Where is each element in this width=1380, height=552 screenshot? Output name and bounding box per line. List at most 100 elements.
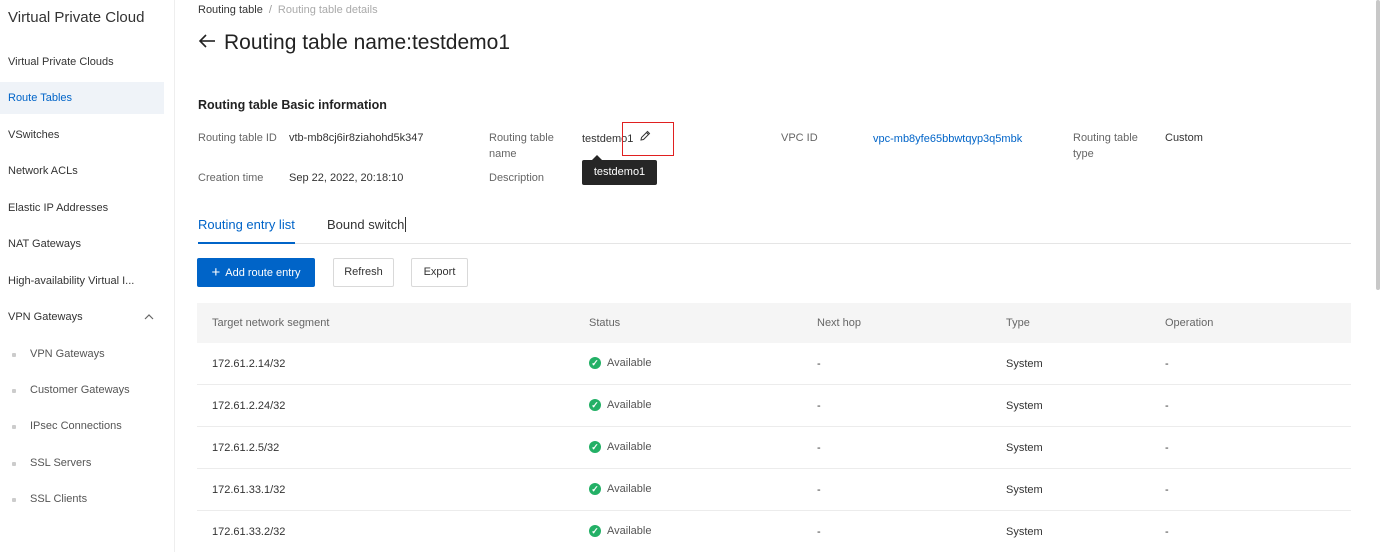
sidebar-subitem-customer-gateways[interactable]: Customer Gateways: [0, 375, 164, 405]
bullet-icon: [12, 498, 16, 502]
table-row: 172.61.33.2/32 ✓ Available - System -: [197, 511, 1351, 552]
cell-type: System: [1006, 484, 1043, 496]
button-label: Add route entry: [225, 267, 301, 279]
highlight-box: [622, 122, 674, 156]
cell-next-hop: -: [817, 442, 821, 454]
status-text: Available: [607, 356, 652, 369]
cell-operation: -: [1165, 442, 1169, 454]
breadcrumb-current: Routing table details: [277, 4, 378, 16]
check-circle-icon: ✓: [589, 483, 601, 495]
name-tooltip: testdemo1: [582, 155, 657, 185]
label-line: Routing table: [489, 132, 554, 144]
route-table-id-label: Routing table ID: [198, 132, 277, 144]
export-button[interactable]: Export: [411, 258, 468, 287]
column-header-target-network-segment: Target network segment: [212, 317, 330, 329]
sidebar-item-label: VPN Gateways: [8, 311, 83, 323]
column-header-operation: Operation: [1165, 317, 1214, 329]
cell-operation: -: [1165, 400, 1169, 412]
bullet-icon: [12, 462, 16, 466]
sidebar-item-vswitches[interactable]: VSwitches: [0, 119, 164, 151]
column-header-next-hop: Next hop: [817, 317, 862, 329]
add-route-entry-button[interactable]: + Add route entry: [197, 258, 315, 287]
sidebar-item-route-tables[interactable]: Route Tables: [0, 82, 164, 114]
sidebar-item-network-acls[interactable]: Network ACLs: [0, 155, 164, 187]
sidebar-subitem-label: IPsec Connections: [30, 420, 122, 432]
label-line: name: [489, 148, 517, 160]
description-label: Description: [489, 172, 545, 184]
sidebar-item-nat-gateways[interactable]: NAT Gateways: [0, 228, 164, 260]
cell-next-hop: -: [817, 484, 821, 496]
status-text: Available: [607, 482, 652, 495]
refresh-button[interactable]: Refresh: [333, 258, 394, 287]
cell-target-segment: 172.61.2.24/32: [212, 400, 286, 412]
sidebar: Virtual Private Cloud Virtual Private Cl…: [0, 0, 175, 552]
table-row: 172.61.2.5/32 ✓ Available - System -: [197, 427, 1351, 469]
cell-status: ✓ Available: [589, 357, 651, 369]
text-cursor: [405, 217, 407, 232]
cell-target-segment: 172.61.2.14/32: [212, 358, 286, 370]
sidebar-subitem-label: SSL Clients: [30, 493, 88, 505]
cell-next-hop: -: [817, 358, 821, 370]
basic-info-title: Routing table Basic information: [198, 98, 387, 112]
cell-target-segment: 172.61.33.2/32: [212, 526, 286, 538]
sidebar-item-elastic-ip-addresses[interactable]: Elastic IP Addresses: [0, 192, 164, 224]
sidebar-item-high-availability-virtual-ip[interactable]: High-availability Virtual I...: [0, 265, 164, 297]
breadcrumb-separator: /: [268, 4, 272, 16]
sidebar-subitem-ssl-servers[interactable]: SSL Servers: [0, 448, 164, 478]
cell-operation: -: [1165, 358, 1169, 370]
chevron-up-icon[interactable]: [144, 301, 154, 333]
tab-bound-switch[interactable]: Bound switch: [327, 217, 407, 244]
cell-type: System: [1006, 526, 1043, 538]
cell-status: ✓ Available: [589, 399, 651, 411]
cell-type: System: [1006, 358, 1043, 370]
cell-target-segment: 172.61.33.1/32: [212, 484, 286, 496]
vpc-id-label: VPC ID: [781, 132, 818, 144]
creation-time-label: Creation time: [198, 172, 264, 184]
sidebar-subitem-label: VPN Gateways: [30, 348, 105, 360]
check-circle-icon: ✓: [589, 399, 601, 411]
breadcrumb-link-routing-table[interactable]: Routing table: [198, 4, 263, 16]
route-table-type-value: Custom: [1165, 132, 1203, 144]
cell-status: ✓ Available: [589, 483, 651, 495]
status-text: Available: [607, 398, 652, 411]
tab-label: Bound switch: [327, 217, 405, 232]
cell-type: System: [1006, 442, 1043, 454]
check-circle-icon: ✓: [589, 357, 601, 369]
bullet-icon: [12, 425, 16, 429]
route-table-id-value: vtb-mb8cj6ir8ziahohd5k347: [289, 132, 424, 144]
sidebar-subitem-label: Customer Gateways: [30, 384, 130, 396]
bullet-icon: [12, 353, 16, 357]
sidebar-subitem-vpn-gateways[interactable]: VPN Gateways: [0, 339, 164, 369]
label-line: Routing table: [1073, 132, 1138, 144]
table-header: Target network segment Status Next hop T…: [197, 303, 1351, 343]
back-arrow-icon[interactable]: [198, 32, 216, 55]
table-row: 172.61.2.24/32 ✓ Available - System -: [197, 385, 1351, 427]
cell-type: System: [1006, 400, 1043, 412]
cell-next-hop: -: [817, 526, 821, 538]
tab-routing-entry-list[interactable]: Routing entry list: [198, 217, 295, 244]
check-circle-icon: ✓: [589, 525, 601, 537]
sidebar-subitem-ssl-clients[interactable]: SSL Clients: [0, 484, 164, 514]
plus-icon: +: [211, 264, 221, 281]
sidebar-item-virtual-private-clouds[interactable]: Virtual Private Clouds: [0, 46, 164, 78]
cell-operation: -: [1165, 484, 1169, 496]
route-table-name-label: Routing table name: [489, 130, 554, 162]
vpc-id-link[interactable]: vpc-mb8yfe65bbwtqyp3q5mbk: [873, 131, 1022, 147]
sidebar-title: Virtual Private Cloud: [8, 9, 145, 26]
page-scrollbar[interactable]: [1376, 0, 1380, 290]
tab-bar: Routing entry list Bound switch: [198, 212, 1351, 244]
cell-status: ✓ Available: [589, 441, 651, 453]
column-header-type: Type: [1006, 317, 1030, 329]
status-text: Available: [607, 440, 652, 453]
check-circle-icon: ✓: [589, 441, 601, 453]
bullet-icon: [12, 389, 16, 393]
status-text: Available: [607, 524, 652, 537]
table-row: 172.61.33.1/32 ✓ Available - System -: [197, 469, 1351, 511]
page-header: Routing table name:testdemo1: [198, 31, 510, 55]
sidebar-subitem-ipsec-connections[interactable]: IPsec Connections: [0, 411, 164, 441]
sidebar-item-vpn-gateways-group[interactable]: VPN Gateways: [0, 301, 164, 333]
cell-next-hop: -: [817, 400, 821, 412]
column-header-status: Status: [589, 317, 621, 329]
route-entries-table: Target network segment Status Next hop T…: [197, 303, 1351, 552]
creation-time-value: Sep 22, 2022, 20:18:10: [289, 172, 404, 184]
